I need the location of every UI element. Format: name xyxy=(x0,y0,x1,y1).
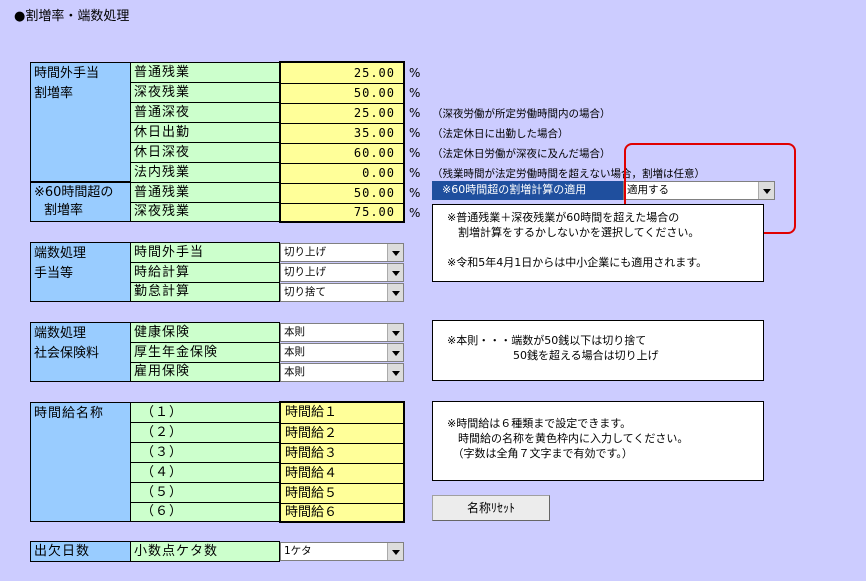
percent-unit: % xyxy=(409,146,421,160)
insurance-info-box: ※本則・・・端数が50銭以下は切り捨て 50銭を超える場合は切り上げ xyxy=(432,320,764,381)
premium-value-input[interactable]: 35.00 xyxy=(281,123,403,143)
premium60-row-name: 普通残業 xyxy=(130,182,280,203)
chevron-down-icon[interactable] xyxy=(387,543,403,560)
premium-label-line1: 時間外手当 xyxy=(34,66,100,81)
note-holiday-night: （法定休日労働が深夜に及んだ場合） xyxy=(432,148,611,160)
over60-label: ※60時間超の割増計算の適用 xyxy=(432,181,624,200)
premium-row-name: 深夜残業 xyxy=(130,82,280,103)
hourly-row-name: （５） xyxy=(130,482,280,503)
rounding-row-name: 時間外手当 xyxy=(130,242,280,263)
premium-row-name: 法内残業 xyxy=(130,162,280,183)
hourly-name-input[interactable]: 時間給４ xyxy=(281,463,403,483)
hourly-row-name: （６） xyxy=(130,502,280,522)
hourly-row-name: （３） xyxy=(130,442,280,463)
info-line: ※令和5年4月1日からは中小企業にも適用されます。 xyxy=(447,256,708,269)
chevron-down-icon[interactable] xyxy=(387,344,403,361)
hourly-info-box: ※時間給は６種類まで設定できます。 時間給の名称を黄色枠内に入力してください。 … xyxy=(432,401,764,481)
premium-label-line2: 割増率 xyxy=(34,86,74,101)
percent-unit: % xyxy=(409,126,421,140)
info-line: 50銭を超える場合は切り上げ xyxy=(447,349,659,362)
rounding-label: 端数処理 手当等 xyxy=(30,242,131,302)
premium-value-input[interactable]: 25.00 xyxy=(281,103,403,123)
percent-unit: % xyxy=(409,166,421,180)
hourly-name-input[interactable]: 時間給６ xyxy=(281,503,403,521)
percent-unit: % xyxy=(409,206,421,220)
decimal-places-select[interactable]: 1ケタ xyxy=(280,542,404,561)
page-title: ●割増率・端数処理 xyxy=(14,9,130,24)
chevron-down-icon[interactable] xyxy=(387,284,403,301)
insurance-select[interactable]: 本則 xyxy=(280,343,404,362)
rounding-label-line2: 手当等 xyxy=(34,266,74,281)
rounding-select-value: 切り捨て xyxy=(284,286,326,298)
premium-label: 時間外手当 割増率 xyxy=(30,62,131,182)
info-line xyxy=(447,240,755,255)
insurance-select[interactable]: 本則 xyxy=(280,323,404,342)
insurance-row-name: 厚生年金保険 xyxy=(130,342,280,363)
insurance-row-name: 健康保険 xyxy=(130,322,280,343)
hourly-value-box: 時間給１ 時間給２ 時間給３ 時間給４ 時間給５ 時間給６ xyxy=(279,401,405,523)
attendance-label: 出欠日数 xyxy=(30,541,131,562)
hourly-name-input[interactable]: 時間給３ xyxy=(281,443,403,463)
premium-row-name: 休日出勤 xyxy=(130,122,280,143)
premium-value-input[interactable]: 60.00 xyxy=(281,143,403,163)
insurance-select-value: 本則 xyxy=(284,346,305,358)
info-line: ※時間給は６種類まで設定できます。 xyxy=(447,417,632,430)
note-late-night: （深夜労働が所定労働時間内の場合） xyxy=(432,108,611,120)
insurance-label: 端数処理 社会保険料 xyxy=(30,322,131,382)
chevron-down-icon[interactable] xyxy=(387,264,403,281)
hourly-label: 時間給名称 xyxy=(30,402,131,522)
rounding-select[interactable]: 切り上げ xyxy=(280,263,404,282)
insurance-row-name: 雇用保険 xyxy=(130,362,280,382)
percent-unit: % xyxy=(409,186,421,200)
over60-info-box: ※普通残業＋深夜残業が60時間を超えた場合の 割増計算をするかしないかを選択して… xyxy=(432,204,764,282)
insurance-select-value: 本則 xyxy=(284,326,305,338)
hourly-name-input[interactable]: 時間給２ xyxy=(281,423,403,443)
percent-unit: % xyxy=(409,66,421,80)
premium60-label: ※60時間超の 割増率 xyxy=(30,182,131,222)
premium60-label-line1: ※60時間超の xyxy=(34,185,114,200)
insurance-label-line2: 社会保険料 xyxy=(34,346,100,361)
rounding-select[interactable]: 切り捨て xyxy=(280,283,404,302)
premium-row-name: 普通残業 xyxy=(130,62,280,83)
premium-value-input[interactable]: 25.00 xyxy=(281,63,403,83)
reset-names-button[interactable]: 名称ﾘｾｯﾄ xyxy=(432,495,550,521)
chevron-down-icon[interactable] xyxy=(387,364,403,381)
premium60-value-input[interactable]: 75.00 xyxy=(281,203,403,221)
rounding-select-value: 切り上げ xyxy=(284,246,326,258)
insurance-select-value: 本則 xyxy=(284,366,305,378)
premium-row-name: 休日深夜 xyxy=(130,142,280,163)
decimal-places-select-value: 1ケタ xyxy=(284,545,312,557)
percent-unit: % xyxy=(409,86,421,100)
premium60-row-name: 深夜残業 xyxy=(130,202,280,222)
rounding-select[interactable]: 切り上げ xyxy=(280,243,404,262)
premium-value-input[interactable]: 0.00 xyxy=(281,163,403,183)
rounding-row-name: 勤怠計算 xyxy=(130,282,280,302)
chevron-down-icon[interactable] xyxy=(387,244,403,261)
hourly-name-input[interactable]: 時間給５ xyxy=(281,483,403,503)
chevron-down-icon[interactable] xyxy=(387,324,403,341)
hourly-row-name: （４） xyxy=(130,462,280,483)
note-holiday: （法定休日に出勤した場合） xyxy=(432,128,569,140)
insurance-select[interactable]: 本則 xyxy=(280,363,404,382)
rounding-select-value: 切り上げ xyxy=(284,266,326,278)
hourly-label-line: 時間給名称 xyxy=(34,406,105,421)
rounding-label-line1: 端数処理 xyxy=(34,246,87,261)
percent-unit: % xyxy=(409,106,421,120)
info-line: 割増計算をするかしないかを選択してください。 xyxy=(447,226,700,239)
hourly-row-name: （２） xyxy=(130,422,280,443)
info-line: （字数は全角７文字まで有効です。） xyxy=(447,447,633,460)
premium60-value-input[interactable]: 50.00 xyxy=(281,183,403,203)
info-line: ※本則・・・端数が50銭以下は切り捨て xyxy=(447,334,647,347)
premium-value-input[interactable]: 50.00 xyxy=(281,83,403,103)
attendance-row-name: 小数点ケタ数 xyxy=(130,541,280,562)
hourly-row-name: （１） xyxy=(130,402,280,423)
premium-row-name: 普通深夜 xyxy=(130,102,280,123)
premium-value-box: 25.00 50.00 25.00 35.00 60.00 0.00 50.00… xyxy=(279,61,405,223)
info-line: 時間給の名称を黄色枠内に入力してください。 xyxy=(447,432,689,445)
info-line: ※普通残業＋深夜残業が60時間を超えた場合の xyxy=(447,211,680,224)
rounding-row-name: 時給計算 xyxy=(130,262,280,283)
premium60-label-line2: 割増率 xyxy=(44,203,84,218)
insurance-label-line1: 端数処理 xyxy=(34,326,87,341)
hourly-name-input[interactable]: 時間給１ xyxy=(281,403,403,423)
